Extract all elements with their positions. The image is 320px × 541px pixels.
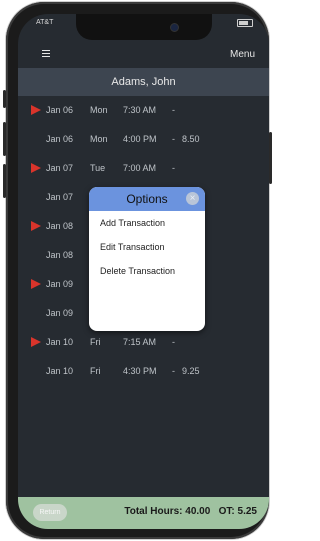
edit-transaction-option[interactable]: Edit Transaction: [100, 242, 165, 252]
volume-up-button: [3, 122, 6, 156]
row-time: 7:30 AM: [123, 105, 157, 115]
add-transaction-option[interactable]: Add Transaction: [100, 218, 165, 228]
row-date: Jan 06: [46, 134, 74, 144]
row-day: Mon: [90, 105, 108, 115]
app-screen: AT&T Menu Adams, John Jan 06 Mon 7:30 AM - J…: [18, 14, 269, 529]
flag-icon: [31, 163, 41, 173]
battery-icon: [237, 19, 253, 27]
overtime-hours: OT: 5.25: [218, 506, 257, 517]
row-time: 4:00 PM: [123, 134, 157, 144]
row-separator: -: [172, 163, 175, 173]
row-day: Fri: [90, 366, 101, 376]
close-icon[interactable]: ×: [186, 192, 199, 205]
row-hours: 8.50: [182, 134, 200, 144]
flag-icon: [31, 105, 41, 115]
volume-down-button: [3, 164, 6, 198]
row-day: Fri: [90, 337, 101, 347]
dialog-title: Options: [126, 192, 168, 206]
transaction-row[interactable]: Jan 10 Fri 7:15 AM -: [18, 332, 269, 352]
footer-bar: Return Total Hours: 40.00 OT: 5.25: [18, 497, 269, 529]
total-hours: Total Hours: 40.00: [124, 506, 211, 517]
row-date: Jan 08: [46, 250, 74, 260]
row-time: 4:30 PM: [123, 366, 157, 376]
row-date: Jan 08: [46, 221, 74, 231]
camera-icon: [170, 23, 179, 32]
flag-icon: [31, 337, 41, 347]
row-time: 7:00 AM: [123, 163, 157, 173]
row-date: Jan 09: [46, 308, 74, 318]
mute-switch: [3, 90, 6, 108]
transaction-row[interactable]: Jan 10 Fri 4:30 PM -9.25: [18, 361, 269, 381]
row-separator: -: [172, 366, 175, 376]
transaction-row[interactable]: Jan 06 Mon 7:30 AM -: [18, 100, 269, 120]
transaction-row[interactable]: Jan 06 Mon 4:00 PM -8.50: [18, 129, 269, 149]
notch: [76, 14, 212, 40]
employee-name-header: Adams, John: [18, 68, 269, 96]
flag-icon: [31, 221, 41, 231]
row-day: Mon: [90, 134, 108, 144]
dialog-header: Options ×: [89, 187, 205, 211]
phone-frame: AT&T Menu Adams, John Jan 06 Mon 7:30 AM - J…: [3, 2, 272, 539]
top-nav: Menu: [18, 42, 269, 68]
delete-transaction-option[interactable]: Delete Transaction: [100, 266, 175, 276]
row-day: Tue: [90, 163, 106, 173]
row-hours: 9.25: [182, 366, 200, 376]
row-date: Jan 07: [46, 163, 74, 173]
return-button[interactable]: Return: [33, 504, 67, 521]
power-button: [269, 132, 272, 184]
row-separator: -: [172, 105, 175, 115]
row-time: 7:15 AM: [123, 337, 157, 347]
row-date: Jan 10: [46, 366, 74, 376]
hamburger-icon[interactable]: [42, 50, 50, 59]
row-separator: -: [172, 134, 175, 144]
flag-icon: [31, 279, 41, 289]
menu-button[interactable]: Menu: [230, 49, 255, 60]
options-dialog: Options × Add Transaction Edit Transacti…: [89, 187, 205, 331]
row-date: Jan 09: [46, 279, 74, 289]
row-date: Jan 10: [46, 337, 74, 347]
row-separator: -: [172, 337, 175, 347]
row-date: Jan 06: [46, 105, 74, 115]
totals-summary: Total Hours: 40.00 OT: 5.25: [124, 506, 257, 517]
transaction-row[interactable]: Jan 07 Tue 7:00 AM -: [18, 158, 269, 178]
row-date: Jan 07: [46, 192, 74, 202]
carrier-label: AT&T: [36, 19, 54, 26]
